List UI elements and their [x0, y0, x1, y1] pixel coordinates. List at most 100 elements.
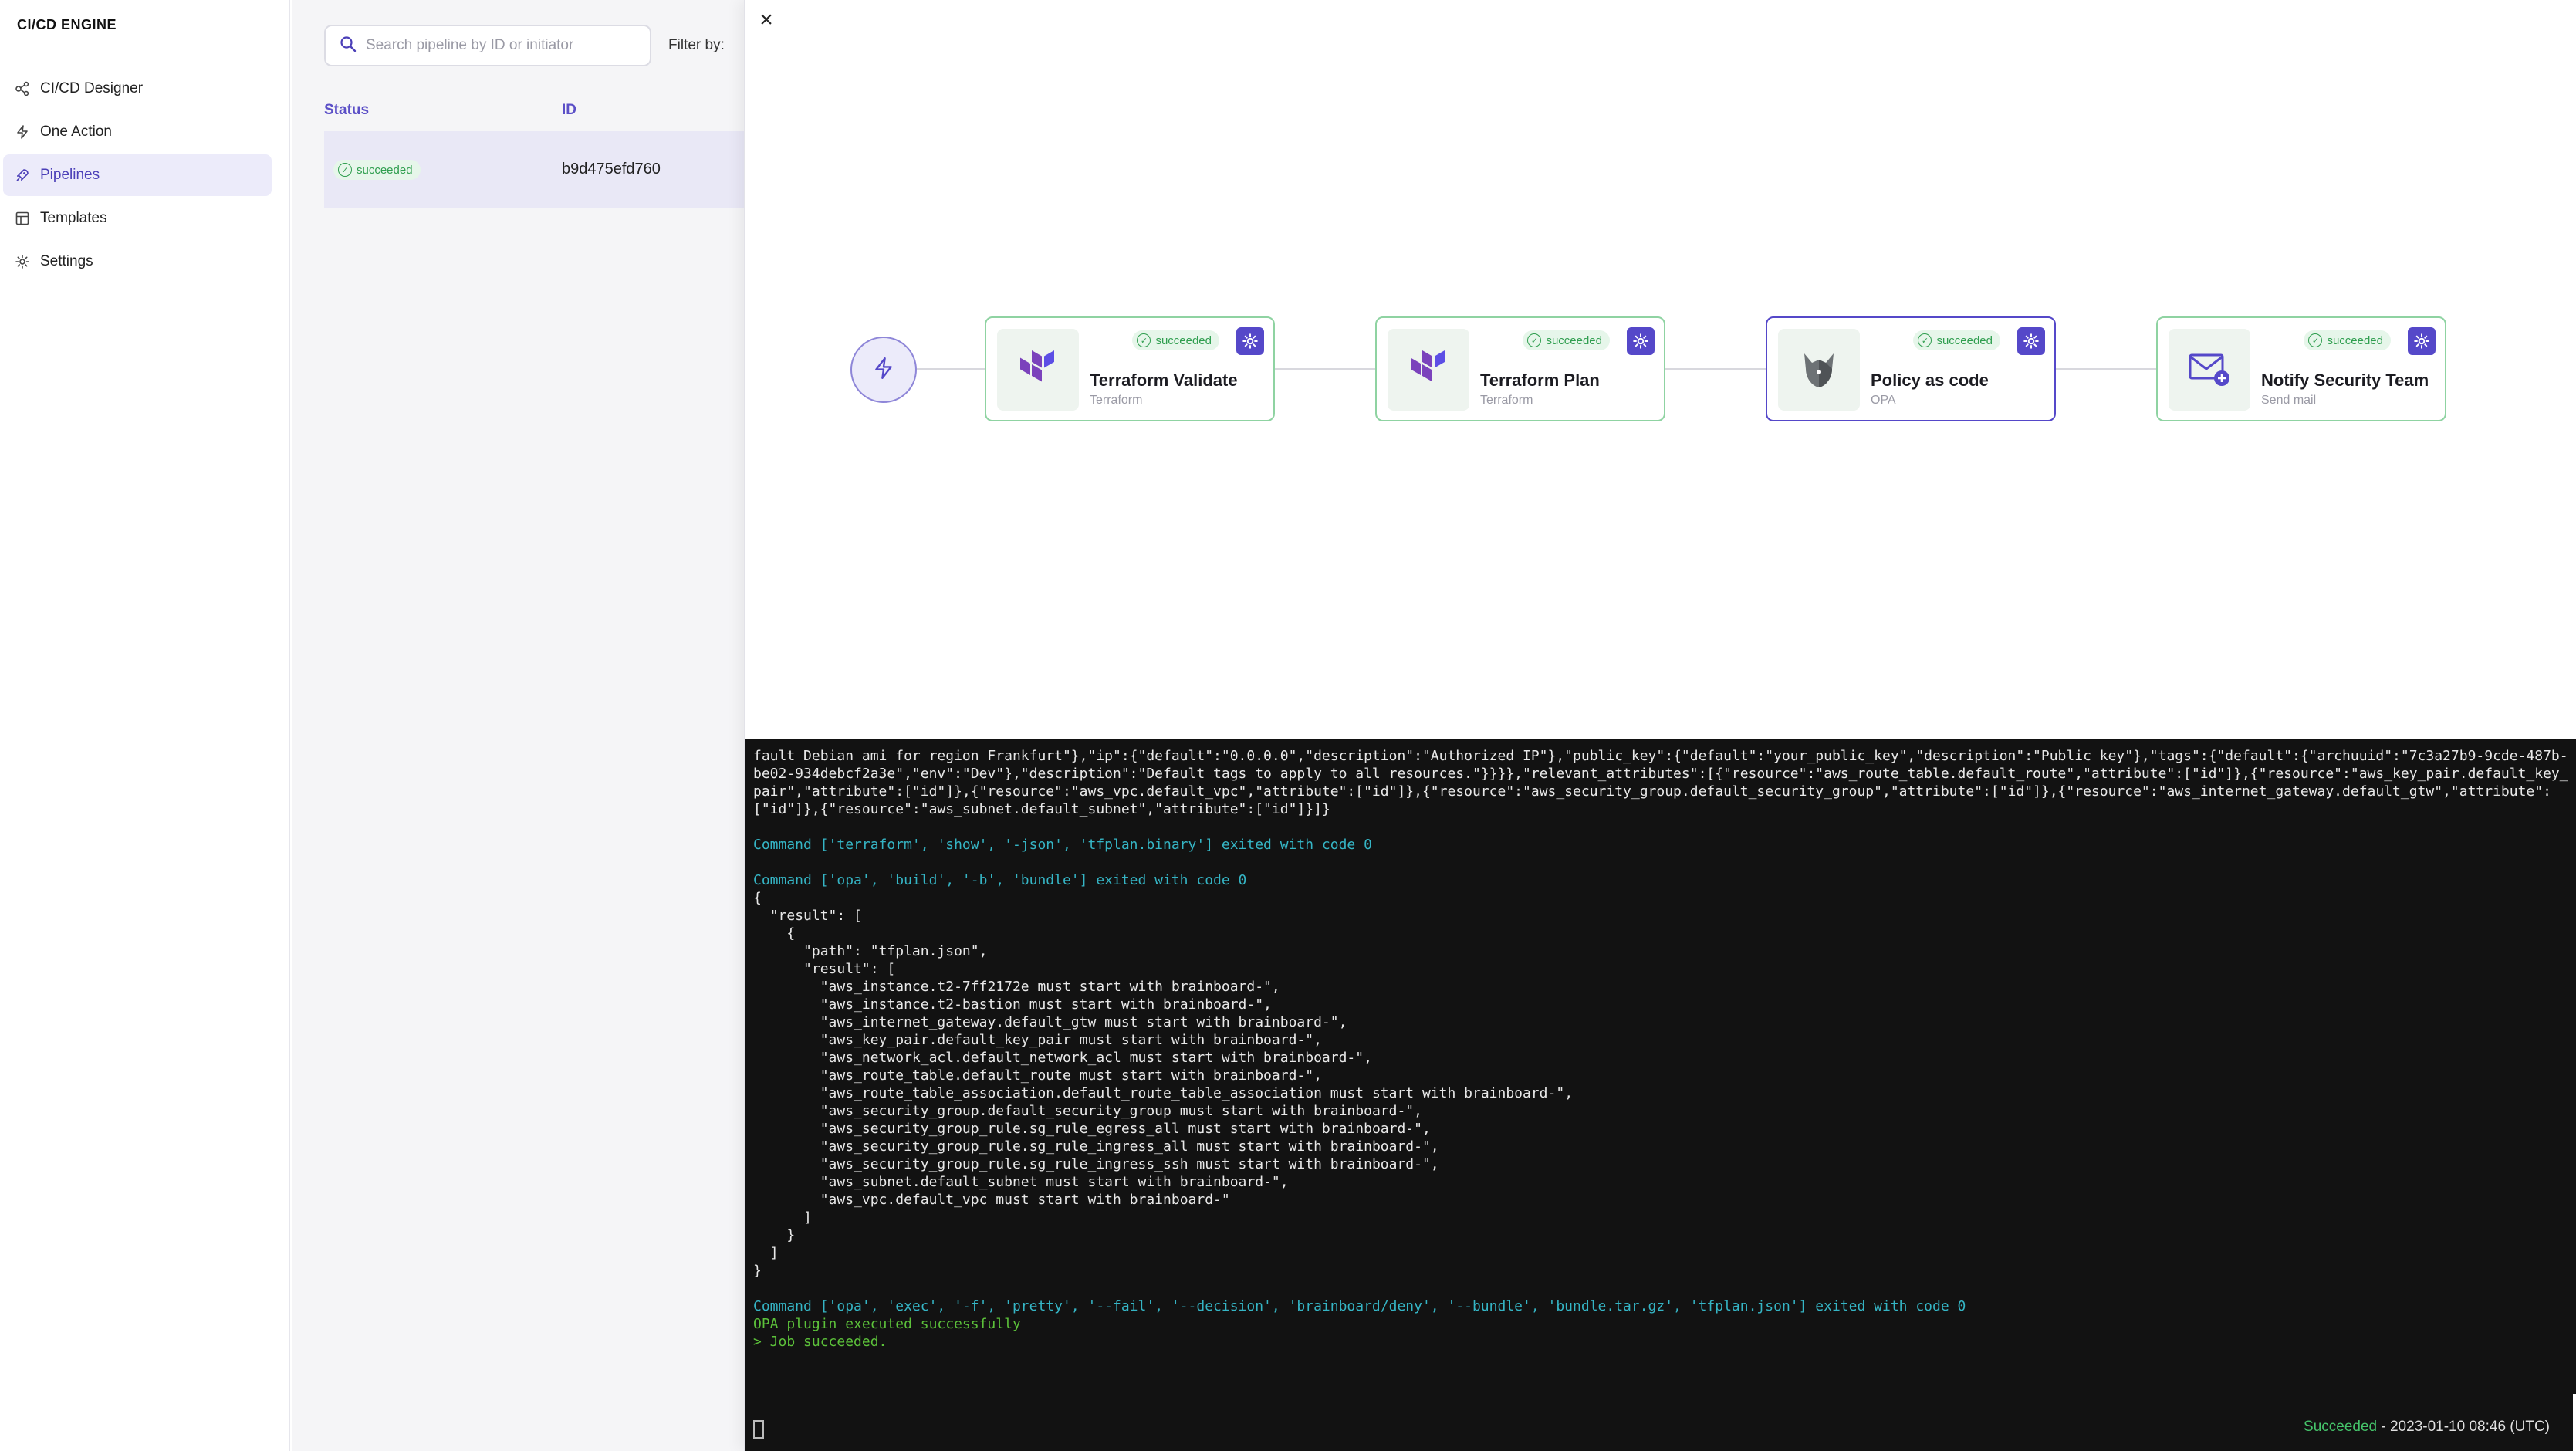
log-line: > Job succeeded. — [753, 1334, 887, 1350]
sidebar-item-settings[interactable]: Settings — [3, 241, 272, 282]
log-line: OPA plugin executed successfully — [753, 1316, 1021, 1332]
log-line: { — [753, 925, 796, 942]
node-subtitle: OPA — [1871, 394, 1896, 407]
log-line: ] — [753, 1209, 812, 1226]
log-line: Command ['opa', 'build', '-b', 'bundle']… — [753, 872, 1247, 888]
job-log-terminal[interactable]: fault Debian ami for region Frankfurt"},… — [745, 739, 2576, 1451]
designer-icon — [14, 80, 31, 97]
pipeline-flow: ✓ succeeded Terraform Validate Terraform … — [745, 309, 2576, 432]
search-input[interactable] — [366, 37, 644, 54]
gear-icon — [1633, 333, 1648, 349]
check-circle-icon: ✓ — [338, 163, 352, 177]
pipeline-id: b9d475efd760 — [562, 161, 661, 178]
close-button[interactable]: × — [753, 8, 779, 34]
check-circle-icon: ✓ — [1918, 333, 1932, 347]
opa-logo-icon — [1778, 329, 1860, 411]
mail-icon — [2169, 329, 2250, 411]
sidebar-item-templates[interactable]: Templates — [3, 198, 272, 239]
status-badge: ✓ succeeded — [333, 160, 421, 180]
log-line: ] — [753, 1245, 779, 1261]
log-line: "aws_route_table.default_route must star… — [753, 1067, 1322, 1084]
check-circle-icon: ✓ — [1137, 333, 1151, 347]
node-subtitle: Terraform — [1480, 394, 1533, 407]
sidebar-item-label: CI/CD Designer — [40, 80, 144, 96]
close-icon: × — [759, 7, 773, 32]
log-line: "aws_security_group_rule.sg_rule_ingress… — [753, 1138, 1439, 1155]
log-line: "path": "tfplan.json", — [753, 943, 988, 959]
log-line: { — [753, 890, 762, 906]
pipeline-node-notify-security-team[interactable]: ✓ succeeded Notify Security Team Send mai… — [2156, 316, 2446, 421]
node-settings-button[interactable] — [1236, 327, 1264, 355]
log-output: fault Debian ami for region Frankfurt"},… — [753, 747, 2570, 1351]
status-badge: ✓ succeeded — [2304, 330, 2391, 350]
terminal-cursor — [753, 1420, 764, 1439]
log-line: Command ['terraform', 'show', '-json', '… — [753, 837, 1372, 853]
pipeline-node-terraform-validate[interactable]: ✓ succeeded Terraform Validate Terraform — [985, 316, 1275, 421]
pipeline-node-terraform-plan[interactable]: ✓ succeeded Terraform Plan Terraform — [1375, 316, 1665, 421]
log-line: "aws_instance.t2-bastion must start with… — [753, 996, 1272, 1013]
check-circle-icon: ✓ — [2308, 333, 2323, 347]
column-header-status[interactable]: Status — [324, 102, 369, 119]
gear-icon — [14, 253, 31, 270]
job-timestamp: - 2023-01-10 08:46 (UTC) — [2377, 1419, 2550, 1435]
pipeline-list-panel: Filter by: Status ID ✓ succeeded b9d475e… — [292, 0, 744, 1451]
log-line: "aws_subnet.default_subnet must start wi… — [753, 1174, 1289, 1190]
sidebar-item-cicd-designer[interactable]: CI/CD Designer — [3, 68, 272, 110]
sidebar-item-label: Settings — [40, 253, 93, 269]
terraform-logo-icon — [1388, 329, 1469, 411]
templates-icon — [14, 210, 31, 227]
sidebar-item-one-action[interactable]: One Action — [3, 111, 272, 153]
sidebar-item-label: Pipelines — [40, 167, 100, 183]
log-line: "aws_security_group.default_security_gro… — [753, 1103, 1422, 1119]
log-line: "aws_internet_gateway.default_gtw must s… — [753, 1014, 1347, 1030]
log-line: "aws_network_acl.default_network_acl mus… — [753, 1050, 1372, 1066]
log-line: "result": [ — [753, 908, 862, 924]
log-line: "aws_key_pair.default_key_pair must star… — [753, 1032, 1322, 1048]
terraform-logo-icon — [997, 329, 1079, 411]
flow-connector — [1275, 368, 1375, 370]
sidebar-nav: CI/CD Designer One Action Pipelines Temp… — [0, 68, 290, 284]
log-line: "aws_security_group_rule.sg_rule_ingress… — [753, 1156, 1439, 1172]
job-status-line: Succeeded - 2023-01-10 08:46 (UTC) — [2304, 1419, 2550, 1436]
log-line: "aws_security_group_rule.sg_rule_egress_… — [753, 1121, 1431, 1137]
node-name: Terraform Plan — [1480, 370, 1600, 390]
pipeline-node-policy-as-code[interactable]: ✓ succeeded Policy as code OPA — [1766, 316, 2056, 421]
status-badge: ✓ succeeded — [1913, 330, 2000, 350]
log-line: fault Debian ami for region Frankfurt"},… — [753, 748, 2568, 817]
job-status: Succeeded — [2304, 1419, 2378, 1435]
sidebar-item-pipelines[interactable]: Pipelines — [3, 154, 272, 196]
sidebar-item-label: Templates — [40, 210, 107, 226]
node-name: Terraform Validate — [1090, 370, 1238, 390]
scrollbar[interactable] — [2573, 1394, 2576, 1451]
sidebar: CI/CD ENGINE CI/CD Designer One Action P… — [0, 0, 290, 1451]
gear-icon — [2414, 333, 2429, 349]
app-brand: CI/CD ENGINE — [17, 17, 117, 32]
sidebar-item-label: One Action — [40, 123, 112, 140]
log-line: "aws_instance.t2-7ff2172e must start wit… — [753, 979, 1280, 995]
log-line: "aws_vpc.default_vpc must start with bra… — [753, 1192, 1230, 1208]
lightning-icon — [14, 123, 31, 140]
status-badge: ✓ succeeded — [1523, 330, 1610, 350]
node-name: Policy as code — [1871, 370, 1989, 390]
node-settings-button[interactable] — [2408, 327, 2436, 355]
node-settings-button[interactable] — [1627, 327, 1655, 355]
table-row[interactable]: ✓ succeeded b9d475efd760 — [324, 131, 744, 208]
node-settings-button[interactable] — [2017, 327, 2045, 355]
status-badge: ✓ succeeded — [1132, 330, 1219, 350]
rocket-icon — [14, 167, 31, 184]
gear-icon — [1242, 333, 1258, 349]
flow-connector — [917, 368, 985, 370]
column-header-id[interactable]: ID — [562, 102, 576, 119]
trigger-node[interactable] — [850, 337, 917, 403]
pipeline-detail-drawer: × ✓ succeeded Terraform Validate Terrafor… — [744, 0, 2576, 1451]
search-box[interactable] — [324, 25, 651, 66]
node-name: Notify Security Team — [2261, 370, 2429, 390]
log-line: "aws_route_table_association.default_rou… — [753, 1085, 1574, 1101]
gear-icon — [2023, 333, 2039, 349]
log-line: Command ['opa', 'exec', '-f', 'pretty', … — [753, 1298, 1966, 1314]
log-line: } — [753, 1263, 762, 1279]
check-circle-icon: ✓ — [1527, 333, 1542, 347]
lightning-icon — [871, 356, 896, 384]
